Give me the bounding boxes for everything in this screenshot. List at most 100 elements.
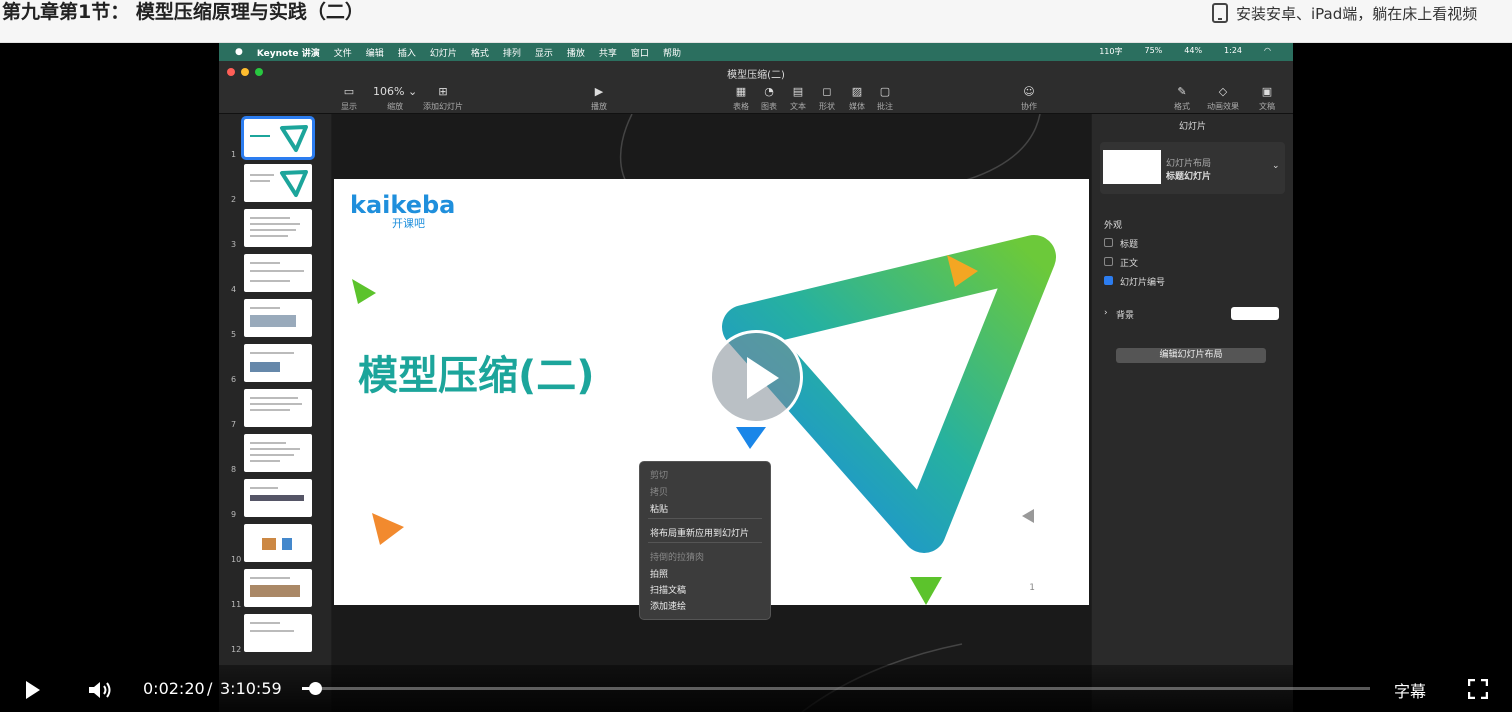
- table-icon: ▦: [735, 85, 747, 98]
- play-icon: [747, 357, 779, 399]
- menu-slide: 幻灯片: [429, 48, 457, 59]
- subtitles-button[interactable]: 字幕: [1394, 678, 1426, 702]
- slide-thumb: [244, 569, 312, 607]
- toolbar-add-slide: ⊞ 添加幻灯片: [423, 85, 463, 111]
- chart-icon: ◔: [764, 85, 774, 98]
- menu-disabled-item: 持倒的拉猜肉: [650, 553, 705, 563]
- menu-separator: [648, 542, 762, 543]
- menu-edit: 编辑: [365, 48, 384, 59]
- menubar-status: 110字 75% 44% 1:24 ◠: [1099, 46, 1285, 57]
- menu-copy: 拷贝: [650, 488, 669, 498]
- menu-view: 显示: [534, 48, 553, 59]
- document-icon: ▣: [1261, 85, 1273, 98]
- toolbar-zoom: 106% ⌄ 缩放: [373, 85, 418, 111]
- add-slide-icon: ⊞: [438, 85, 448, 98]
- inspector-tab: 幻灯片: [1178, 122, 1206, 132]
- current-time: 0:02:20: [143, 679, 205, 698]
- slide-title: 模型压缩(二): [358, 353, 595, 399]
- app-download-link[interactable]: 安装安卓、iPad端，躺在床上看视频: [1212, 1, 1512, 25]
- document-title: 模型压缩(二): [727, 70, 785, 81]
- menu-separator: [648, 518, 762, 519]
- progress-handle[interactable]: [308, 682, 322, 695]
- slide-thumb: [244, 479, 312, 517]
- menu-reapply-layout: 将布局重新应用到幻灯片: [650, 529, 750, 539]
- slide-thumb: [244, 209, 312, 247]
- status-cpu: 75%: [1144, 46, 1163, 55]
- text-icon: ▤: [792, 85, 804, 98]
- player-controls: 0:02:20 / 3:10:59 字幕: [0, 665, 1512, 712]
- toolbar-document: ▣ 文稿: [1259, 85, 1275, 111]
- slide-thumb: [241, 116, 315, 160]
- menu-window: 窗口: [630, 48, 649, 59]
- time-separator: /: [207, 679, 213, 698]
- animate-icon: ◇: [1218, 85, 1228, 98]
- slide-thumb: [244, 164, 312, 202]
- green-triangle-icon: [352, 279, 376, 304]
- chevron-right-icon: ›: [1104, 308, 1108, 318]
- layout-selector: 幻灯片布局 标题幻灯片 ⌄: [1100, 142, 1285, 194]
- collab-icon: ☺: [1023, 85, 1035, 98]
- menu-app: Keynote 讲演: [256, 48, 320, 59]
- toolbar-play: ▶ 播放: [591, 85, 607, 111]
- toolbar-chart: ◔ 图表: [761, 85, 777, 111]
- toolbar-animate: ◇ 动画效果: [1207, 85, 1239, 111]
- slide-thumb: [244, 434, 312, 472]
- slide-thumb: [244, 389, 312, 427]
- slide-thumb: [244, 299, 312, 337]
- gray-triangle-icon: [1022, 509, 1034, 523]
- volume-icon[interactable]: [88, 680, 114, 700]
- edit-layout-button: 编辑幻灯片布局: [1116, 348, 1266, 363]
- page-header: 第九章第1节： 模型压缩原理与实践（二） 安装安卓、iPad端，躺在床上看视频: [0, 0, 1512, 43]
- layout-thumbnail: [1103, 150, 1161, 184]
- fullscreen-icon[interactable]: [1468, 679, 1488, 699]
- menu-scan-document: 扫描文稿: [650, 586, 687, 596]
- app-promo-text: 安装安卓、iPad端，躺在床上看视频: [1236, 4, 1478, 23]
- toolbar-media: ▨ 媒体: [849, 85, 865, 111]
- tablet-icon: [1212, 3, 1228, 23]
- chapter-title: 第九章第1节： 模型压缩原理与实践（二）: [2, 1, 364, 23]
- video-player[interactable]: ● Keynote 讲演 文件 编辑 插入 幻灯片 格式 排列 显示 播放 共享…: [0, 43, 1512, 712]
- menu-insert: 插入: [397, 48, 416, 59]
- menu-paste: 粘贴: [650, 505, 669, 515]
- slide-thumb: [244, 524, 312, 562]
- context-menu: 剪切 拷贝 粘贴 将布局重新应用到幻灯片 持倒的拉猜肉 拍照 扫描文稿 添加速绘: [639, 461, 771, 620]
- toolbar-view: ▭ 显示: [341, 85, 357, 111]
- slide-inspector: 幻灯片 幻灯片布局 标题幻灯片 ⌄ 外观 标题 正文 幻灯片编号 › 背景 编辑…: [1092, 114, 1293, 712]
- body-checkbox: [1104, 257, 1113, 266]
- status-mem: 44%: [1184, 46, 1203, 55]
- menu-cut: 剪切: [650, 471, 669, 481]
- slide-thumb: [244, 254, 312, 292]
- status-wordcount: 110字: [1099, 47, 1123, 56]
- keynote-toolbar: 模型压缩(二) ▭ 显示 106% ⌄ 缩放 ⊞ 添加幻灯片 ▶ 播放 ▦ 表格 ◔ 图表 …: [219, 61, 1293, 114]
- toolbar-format: ✎ 格式: [1174, 85, 1190, 111]
- play-icon: ▶: [594, 85, 604, 98]
- shape-icon: ◻: [822, 85, 832, 98]
- menu-add-sketch: 添加速绘: [650, 602, 687, 612]
- duration: 3:10:59: [220, 679, 282, 698]
- title-checkbox: [1104, 238, 1113, 247]
- play-button[interactable]: [26, 681, 40, 699]
- toolbar-text: ▤ 文本: [790, 85, 806, 111]
- menu-help: 帮助: [662, 48, 681, 59]
- brush-icon: ✎: [1177, 85, 1187, 98]
- background-color-swatch: [1231, 307, 1279, 320]
- progress-bar[interactable]: [302, 682, 1370, 695]
- green-triangle-bottom-icon: [910, 577, 942, 605]
- slide-thumb: [244, 344, 312, 382]
- orange-triangle-icon: [372, 513, 404, 545]
- slide-canvas: kaikeba 开课吧 模型压缩(二) 1 剪切 拷贝 粘贴 将布局重新应用到幻…: [332, 114, 1091, 712]
- slide-number: 1: [1029, 583, 1035, 593]
- toolbar-table: ▦ 表格: [733, 85, 749, 111]
- wifi-icon: ◠: [1264, 46, 1271, 55]
- image-icon: ▨: [851, 85, 863, 98]
- status-time: 1:24: [1224, 46, 1243, 55]
- menu-share: 共享: [598, 48, 617, 59]
- menu-arrange: 排列: [502, 48, 521, 59]
- apple-icon: ●: [235, 47, 243, 57]
- appearance-heading: 外观: [1104, 221, 1123, 231]
- sidebar-icon: ▭: [343, 85, 355, 98]
- center-play-button[interactable]: [709, 330, 803, 424]
- toolbar-shape: ◻ 形状: [819, 85, 835, 111]
- menu-take-photo: 拍照: [650, 570, 669, 580]
- mac-menubar: ● Keynote 讲演 文件 编辑 插入 幻灯片 格式 排列 显示 播放 共享…: [219, 43, 1293, 61]
